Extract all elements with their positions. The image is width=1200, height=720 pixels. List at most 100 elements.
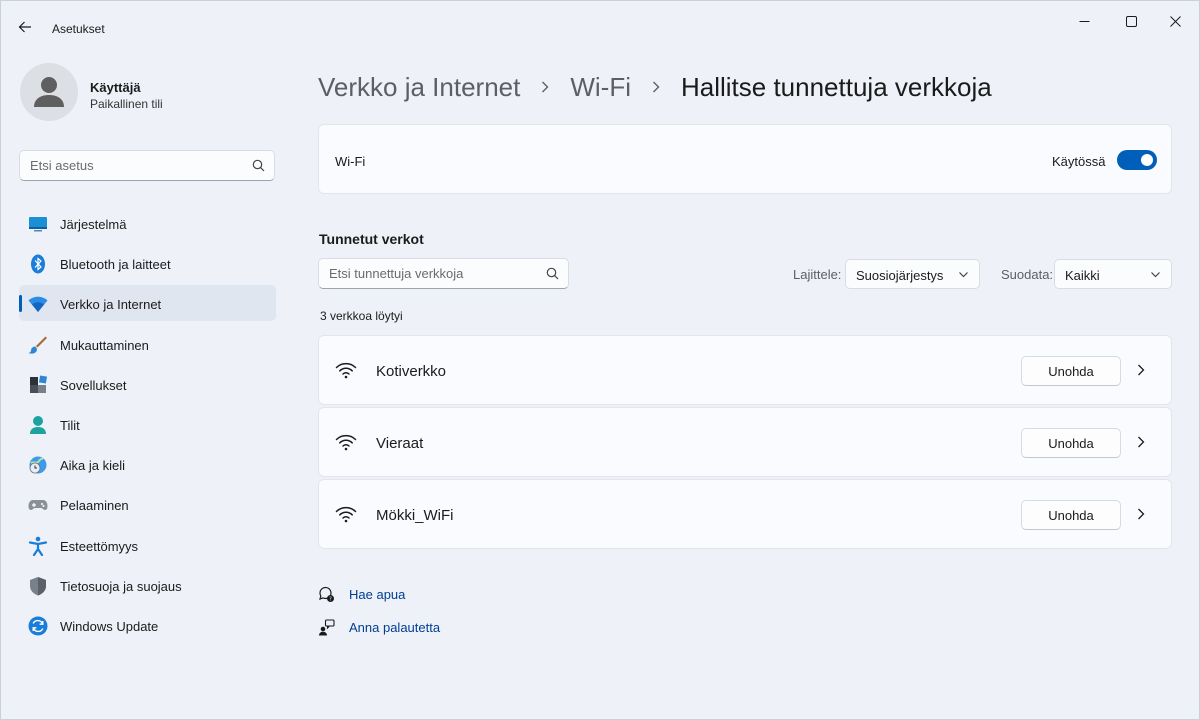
minimize-button[interactable] — [1061, 9, 1107, 33]
sidebar-item-label: Esteettömyys — [60, 538, 139, 554]
link-label: Anna palautetta — [349, 619, 441, 635]
account-icon — [30, 415, 46, 434]
help-icon: ? — [319, 586, 334, 602]
sidebar-item-system[interactable]: Järjestelmä — [19, 205, 276, 241]
sidebar-item-accessibility[interactable]: Esteettömyys — [19, 527, 276, 563]
chevron-right-icon — [542, 81, 549, 93]
forget-button[interactable]: Unohda — [1021, 500, 1121, 530]
breadcrumb-network-internet[interactable]: Verkko ja Internet — [318, 72, 520, 103]
accessibility-icon — [28, 536, 48, 556]
breadcrumb-wifi[interactable]: Wi-Fi — [570, 72, 631, 103]
sidebar-item-label: Pelaaminen — [60, 498, 129, 514]
link-label: Hae apua — [349, 586, 406, 602]
wifi-icon — [28, 297, 48, 313]
sidebar-item-label: Sovellukset — [60, 377, 127, 393]
shield-icon — [30, 576, 46, 596]
account-type: Paikallinen tili — [90, 97, 163, 111]
breadcrumb-separator — [651, 80, 661, 94]
sidebar-item-label: Windows Update — [60, 618, 159, 634]
wifi-toggle-card: Wi-Fi Käytössä — [318, 124, 1172, 194]
sidebar-item-label: Verkko ja Internet — [60, 297, 162, 313]
sort-dropdown[interactable]: Suosiojärjestys — [845, 259, 980, 289]
maximize-button[interactable] — [1108, 9, 1154, 33]
sidebar-nav: Järjestelmä Bluetooth ja laitteet Verkko… — [19, 205, 276, 647]
sidebar-item-time-language[interactable]: Aika ja kieli — [19, 446, 276, 482]
chevron-right-icon[interactable] — [1135, 506, 1147, 522]
network-name: Kotiverkko — [376, 363, 447, 380]
forget-button[interactable]: Unohda — [1021, 428, 1121, 458]
chevron-right-icon[interactable] — [1135, 434, 1147, 450]
wifi-label: Wi-Fi — [335, 154, 366, 169]
give-feedback-link[interactable]: Anna palautetta — [318, 617, 440, 637]
filter-dropdown[interactable]: Kaikki — [1054, 259, 1172, 289]
network-count: 3 verkkoa löytyi — [320, 309, 403, 323]
back-button[interactable] — [13, 15, 37, 39]
wifi-signal-icon — [335, 506, 357, 523]
user-profile[interactable]: Käyttäjä Paikallinen tili — [20, 63, 280, 125]
known-networks-search-input[interactable] — [329, 266, 539, 281]
settings-window: Asetukset Käyttäjä Paikallinen tili Järj… — [0, 0, 1200, 720]
sidebar-item-privacy[interactable]: Tietosuoja ja suojaus — [19, 567, 276, 603]
known-networks-search-box — [318, 258, 569, 289]
breadcrumb-separator — [540, 80, 550, 94]
chevron-right-icon[interactable] — [1135, 362, 1147, 378]
network-row[interactable]: Mökki_WiFi Unohda — [318, 479, 1172, 549]
back-arrow-icon — [18, 21, 31, 33]
chevron-down-icon — [959, 272, 968, 278]
sidebar-item-label: Mukauttaminen — [60, 337, 149, 353]
filter-label: Suodata: — [1001, 267, 1054, 282]
sort-value: Suosiojärjestys — [856, 268, 944, 283]
breadcrumb: Verkko ja Internet Wi-Fi Hallitse tunnet… — [318, 67, 992, 107]
search-icon[interactable] — [546, 267, 559, 280]
wifi-signal-icon — [335, 362, 357, 379]
toggle-knob — [1141, 154, 1153, 166]
brush-icon — [28, 336, 47, 354]
filter-value: Kaikki — [1065, 268, 1100, 283]
close-icon — [1169, 15, 1181, 27]
system-icon — [29, 217, 47, 232]
sidebar-item-label: Tilit — [60, 417, 80, 433]
chevron-down-icon — [1151, 272, 1160, 278]
user-name: Käyttäjä — [90, 80, 141, 95]
bluetooth-icon — [31, 254, 45, 274]
sidebar-item-label: Bluetooth ja laitteet — [60, 257, 171, 273]
search-icon[interactable] — [252, 159, 265, 172]
network-row[interactable]: Kotiverkko Unohda — [318, 335, 1172, 405]
wifi-signal-icon — [335, 434, 357, 451]
sidebar-item-accounts[interactable]: Tilit — [19, 406, 276, 442]
close-button[interactable] — [1152, 9, 1198, 33]
apps-icon — [30, 375, 48, 393]
person-icon — [34, 77, 64, 107]
sidebar-item-windows-update[interactable]: Windows Update — [19, 607, 276, 643]
settings-search-input[interactable] — [30, 158, 245, 173]
gamepad-icon — [28, 500, 48, 511]
get-help-link[interactable]: ? Hae apua — [318, 584, 405, 604]
sidebar-item-label: Tietosuoja ja suojaus — [60, 578, 182, 594]
network-name: Vieraat — [376, 435, 424, 452]
chevron-right-icon — [652, 81, 660, 93]
forget-button[interactable]: Unohda — [1021, 356, 1121, 386]
section-title: Tunnetut verkot — [319, 231, 424, 247]
network-name: Mökki_WiFi — [376, 507, 454, 524]
sort-label: Lajittele: — [793, 267, 842, 282]
sidebar-item-bluetooth[interactable]: Bluetooth ja laitteet — [19, 245, 276, 281]
settings-search-box — [19, 150, 275, 181]
sidebar-item-network[interactable]: Verkko ja Internet — [19, 285, 276, 322]
avatar — [20, 63, 78, 121]
sidebar-item-apps[interactable]: Sovellukset — [19, 366, 276, 402]
app-title: Asetukset — [52, 22, 105, 36]
update-icon — [28, 616, 48, 636]
page-title: Hallitse tunnettuja verkkoja — [680, 71, 992, 102]
sidebar-item-label: Aika ja kieli — [60, 458, 126, 474]
sidebar-item-label: Järjestelmä — [60, 217, 127, 232]
maximize-icon — [1125, 15, 1137, 27]
minimize-icon — [1079, 20, 1089, 22]
title-bar: Asetukset — [1, 1, 1199, 45]
svg-text:?: ? — [329, 596, 332, 602]
feedback-icon — [319, 618, 335, 635]
network-row[interactable]: Vieraat Unohda — [318, 407, 1172, 477]
wifi-toggle[interactable] — [1117, 150, 1157, 170]
sidebar-item-personalization[interactable]: Mukauttaminen — [19, 326, 276, 362]
globe-clock-icon — [29, 456, 47, 474]
sidebar-item-gaming[interactable]: Pelaaminen — [19, 486, 276, 522]
